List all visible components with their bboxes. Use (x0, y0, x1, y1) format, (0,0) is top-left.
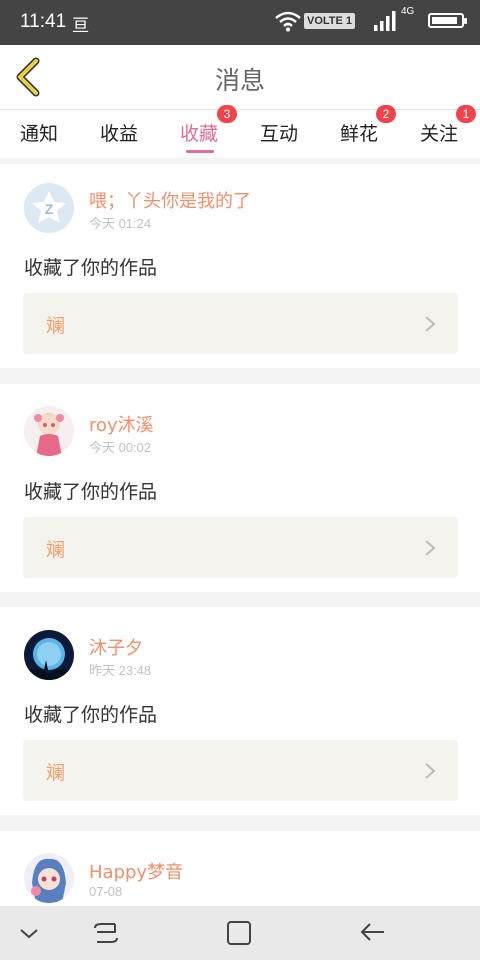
timestamp: 07-08 (89, 884, 123, 899)
tab-bar: 通知 收益 收藏 3 互动 鲜花 2 关注 1 (0, 105, 480, 158)
system-nav-bar (0, 906, 480, 960)
action-text: 收藏了你的作品 (24, 704, 158, 726)
list-item: roy沐溪 今天 00:02 收藏了你的作品 斓 (0, 384, 480, 592)
status-time: 11:41 (20, 11, 67, 32)
back-arrow-icon[interactable] (356, 916, 390, 950)
chevron-right-icon (425, 763, 436, 779)
chevron-right-icon (425, 316, 436, 332)
tab-interactions[interactable]: 互动 (260, 119, 298, 146)
wifi-icon (275, 11, 301, 32)
action-text: 收藏了你的作品 (24, 257, 158, 279)
tab-favorites-badge: 3 (217, 105, 237, 123)
list-item: 沐子夕 昨天 23:48 收藏了你的作品 斓 (0, 607, 480, 815)
timestamp: 昨天 23:48 (89, 663, 152, 678)
home-icon[interactable] (222, 916, 256, 950)
tab-notifications[interactable]: 通知 (20, 119, 58, 146)
timestamp: 今天 01:24 (89, 216, 152, 231)
tab-flowers-badge: 2 (376, 105, 396, 123)
timestamp: 今天 00:02 (89, 440, 152, 455)
tab-follows-badge: 1 (456, 105, 476, 123)
active-tab-indicator (186, 150, 214, 153)
work-title: 斓 (46, 539, 66, 561)
username[interactable]: 喂；丫头你是我的了 (89, 187, 251, 213)
list-item: Happy梦音 07-08 (0, 831, 480, 911)
volte-badge: VOLTE 1 (304, 13, 356, 29)
default-avatar-icon[interactable]: Z (24, 183, 74, 233)
work-item[interactable]: 斓 (23, 740, 458, 801)
action-text: 收藏了你的作品 (24, 481, 158, 503)
status-bar: 11:41 亘 VOLTE 1 4G (0, 0, 480, 45)
tab-favorites[interactable]: 收藏 (180, 119, 218, 146)
anime-avatar[interactable] (24, 853, 74, 903)
work-title: 斓 (46, 315, 66, 337)
signal-icon (374, 11, 396, 31)
work-item[interactable]: 斓 (23, 517, 458, 578)
anime-girl-avatar[interactable] (24, 406, 74, 456)
username[interactable]: 沐子夕 (89, 634, 143, 660)
recents-icon[interactable] (89, 916, 123, 950)
page-title: 消息 (214, 66, 265, 95)
username[interactable]: roy沐溪 (89, 411, 154, 437)
tab-flowers[interactable]: 鲜花 (340, 119, 378, 146)
battery-icon (428, 13, 467, 28)
tab-follows[interactable]: 关注 (420, 119, 458, 146)
list-item: Z 喂；丫头你是我的了 今天 01:24 收藏了你的作品 斓 (0, 164, 480, 368)
notification-icon: 亘 (72, 16, 89, 36)
tab-earnings[interactable]: 收益 (100, 119, 138, 146)
moon-night-avatar[interactable] (24, 630, 74, 680)
header: 消息 (0, 45, 480, 110)
svg-text:Z: Z (45, 201, 54, 217)
username[interactable]: Happy梦音 (89, 858, 183, 884)
work-item[interactable]: 斓 (23, 293, 458, 354)
chevron-down-icon[interactable] (12, 916, 46, 950)
chevron-right-icon (425, 540, 436, 556)
network-type: 4G (401, 6, 415, 17)
work-title: 斓 (46, 762, 66, 784)
